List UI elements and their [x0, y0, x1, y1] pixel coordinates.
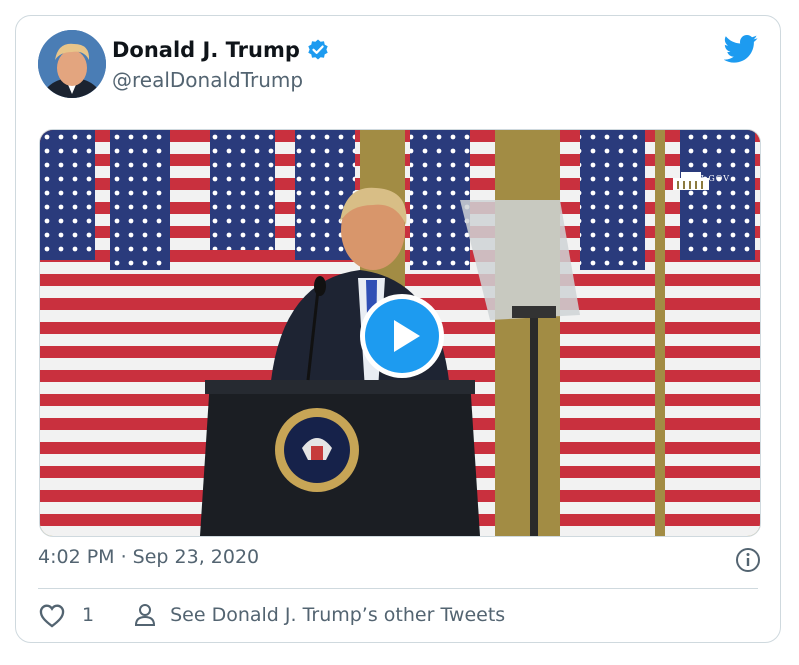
tweet-timestamp[interactable]: 4:02 PM · Sep 23, 2020 [38, 546, 259, 568]
see-other-tweets-link[interactable]: See Donald J. Trump’s other Tweets [134, 603, 505, 627]
tweet-actions: 1 See Donald J. Trump’s other Tweets [38, 602, 505, 628]
play-button[interactable] [358, 292, 446, 380]
author-handle[interactable]: @realDonaldTrump [112, 68, 303, 92]
see-other-tweets-label: See Donald J. Trump’s other Tweets [170, 604, 506, 626]
twitter-bird-icon[interactable] [723, 34, 758, 64]
avatar[interactable] [38, 30, 106, 98]
video-thumbnail[interactable]: WH.GOV [39, 129, 761, 537]
divider [38, 588, 758, 589]
person-icon [135, 604, 156, 626]
watermark-label: WH.GOV [687, 174, 730, 183]
tweet-card: Donald J. Trump @realDonaldTrump WH.GOV … [15, 15, 781, 643]
heart-icon [39, 604, 65, 628]
author-name[interactable]: Donald J. Trump [112, 38, 300, 62]
info-icon[interactable] [734, 546, 762, 574]
like-count: 1 [82, 604, 95, 626]
play-icon [360, 294, 444, 378]
verified-badge-icon [306, 38, 330, 62]
like-button[interactable]: 1 [38, 602, 94, 628]
